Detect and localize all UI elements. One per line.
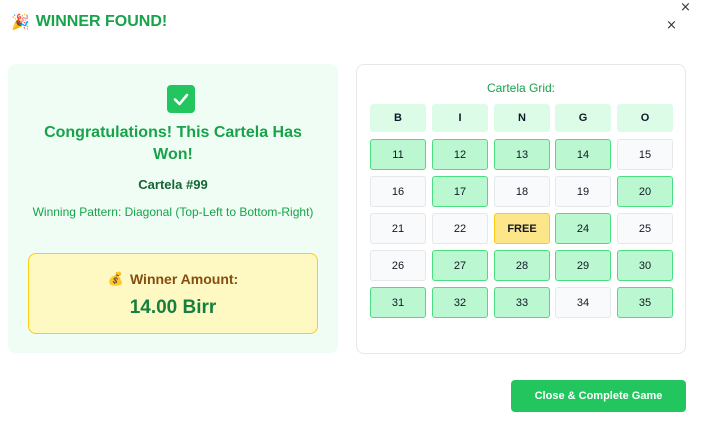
marked-cell: 17 (432, 176, 488, 207)
congratulations-heading: Congratulations! This Cartela Has Won! (44, 124, 302, 163)
cartela-grid-panel: Cartela Grid: B I N G O 11 12 13 14 15 16 17 18 19 20 2… (356, 64, 686, 354)
marked-cell: 30 (617, 250, 673, 281)
winner-amount-label-row: 💰 Winner Amount: (29, 270, 317, 288)
modal-title: WINNER FOUND! (35, 13, 168, 30)
close-complete-game-button[interactable]: Close & Complete Game (511, 380, 686, 412)
marked-cell: 32 (432, 287, 488, 318)
winner-amount-box: 💰 Winner Amount: 14.00 Birr (28, 253, 318, 334)
grid-cell: 16 (370, 176, 426, 207)
grid-cell: 25 (617, 213, 673, 244)
marked-cell: 28 (494, 250, 550, 281)
marked-cell: 14 (555, 139, 611, 170)
marked-cell: 13 (494, 139, 550, 170)
marked-cell: 31 (370, 287, 426, 318)
grid-cell: 22 (432, 213, 488, 244)
winning-pattern: Winning Pattern: Diagonal (Top-Left to B… (32, 205, 314, 219)
column-header-i: I (432, 104, 488, 132)
close-icon[interactable]: × (680, 1, 691, 14)
marked-cell: 20 (617, 176, 673, 207)
check-mark-icon (167, 85, 195, 113)
cartela-grid-title: Cartela Grid: (486, 81, 556, 95)
money-bag-icon: 💰 (107, 271, 124, 287)
column-header-o: O (617, 104, 673, 132)
column-header-n: N (494, 104, 550, 132)
marked-cell: 35 (617, 287, 673, 318)
marked-cell: 27 (432, 250, 488, 281)
grid-cell: 21 (370, 213, 426, 244)
winner-amount-label: Winner Amount: (129, 271, 239, 287)
column-header-b: B (370, 104, 426, 132)
cartela-number: Cartela #99 (138, 177, 208, 192)
winner-modal: 🎉 WINNER FOUND! × × Congratulations! Thi… (0, 0, 707, 428)
column-header-g: G (555, 104, 611, 132)
marked-cell: 24 (555, 213, 611, 244)
grid-cell: 15 (617, 139, 673, 170)
marked-cell: 33 (494, 287, 550, 318)
grid-cell: 19 (555, 176, 611, 207)
winner-info-panel: Congratulations! This Cartela Has Won! C… (8, 64, 338, 353)
grid-cell: 26 (370, 250, 426, 281)
grid-cell: 34 (555, 287, 611, 318)
party-popper-icon: 🎉 (11, 13, 30, 31)
marked-cell: 29 (555, 250, 611, 281)
winner-amount-value: 14.00 Birr (129, 297, 217, 318)
close-modal-icon[interactable]: × (666, 19, 677, 32)
free-cell: FREE (494, 213, 550, 244)
marked-cell: 12 (432, 139, 488, 170)
marked-cell: 11 (370, 139, 426, 170)
grid-cell: 18 (494, 176, 550, 207)
modal-header: 🎉 WINNER FOUND! (11, 12, 167, 32)
